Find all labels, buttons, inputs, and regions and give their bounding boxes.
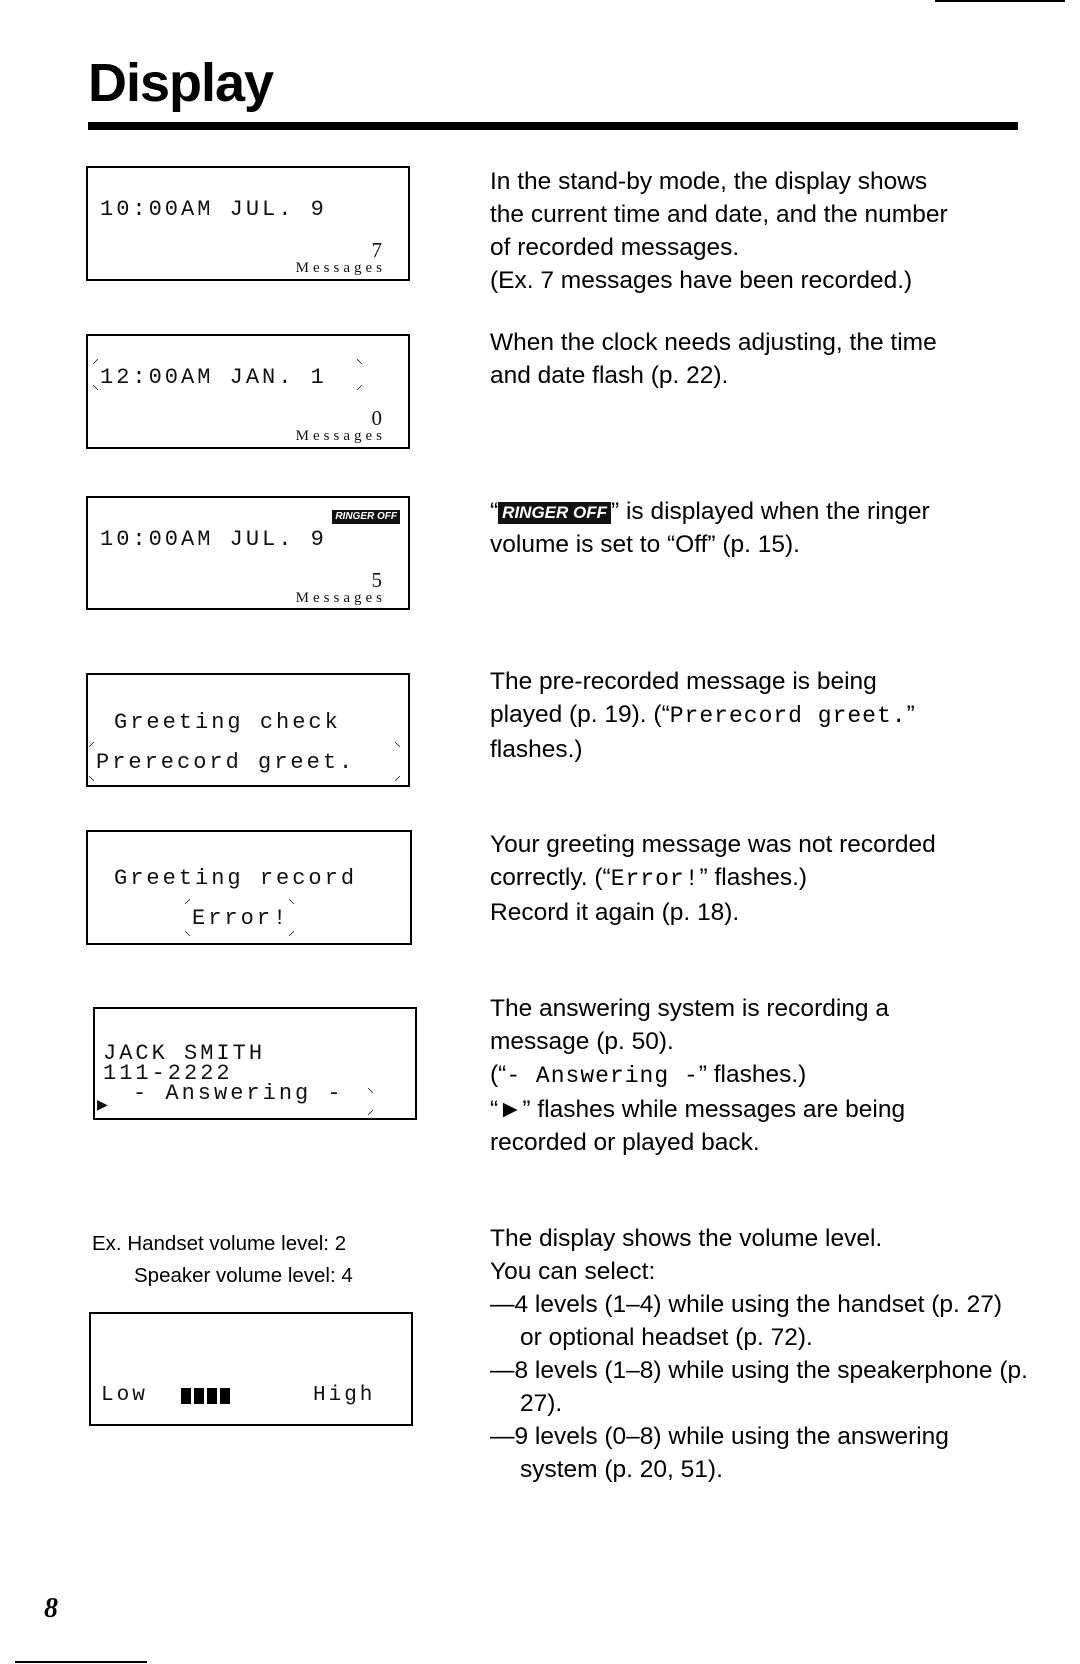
desc-greeting-error: Your greeting message was not recorded c… [490, 828, 1030, 929]
flash-icon: ⸝ [367, 1102, 374, 1118]
desc-answering: The answering system is recording a mess… [490, 992, 1030, 1159]
lcd-standby: 10:00AM JUL. 9 7 Messages [86, 166, 410, 281]
desc-text: correctly. (“ [490, 864, 611, 891]
flash-icon: ⸜ [288, 891, 295, 907]
desc-line: and date flash (p. 22). [490, 362, 729, 389]
desc-line: The answering system is recording a [490, 995, 889, 1022]
lcd-line-1: 10:00AM JUL. 9 [100, 197, 327, 222]
desc-line: volume is set to “Off” (p. 15). [490, 531, 800, 558]
ringer-off-badge: RINGER OFF [332, 510, 400, 524]
desc-line: recorded or played back. [490, 1129, 760, 1156]
desc-line: correctly. (“Error!” flashes.) [490, 861, 1030, 896]
desc-greeting-check: The pre-recorded message is being played… [490, 665, 1030, 766]
flash-icon: ⸝ [88, 734, 95, 750]
list-item: —4 levels (1–4) while using the handset … [490, 1291, 1003, 1351]
high-label: High [313, 1384, 376, 1407]
desc-text: played (p. 19). (“ [490, 701, 670, 728]
messages-label: Messages [295, 428, 386, 444]
lcd-text-sample: Prerecord greet. [669, 703, 907, 729]
desc-line: (Ex. 7 messages have been recorded.) [490, 267, 913, 294]
lcd-clock-adjust: ⸝ ⸜ 12:00AM JAN. 1 ⸜ ⸝ 0 Messages [86, 334, 410, 449]
desc-line: You can select: [490, 1258, 656, 1285]
lcd-line-2: Error! [192, 906, 290, 931]
desc-line: of recorded messages. [490, 234, 740, 261]
desc-line: played (p. 19). (“Prerecord greet.” [490, 698, 1030, 733]
desc-line: flashes.) [490, 736, 583, 763]
flash-icon: ⸜ [367, 1080, 374, 1096]
desc-text: ” [906, 701, 915, 728]
volume-bar [181, 1388, 191, 1404]
desc-line: Record it again (p. 18). [490, 899, 740, 926]
desc-text: ” flashes.) [698, 1061, 807, 1088]
lcd-line-2: Prerecord greet. [96, 750, 356, 775]
desc-line: message (p. 50). [490, 1028, 674, 1055]
lcd-line-1: 12:00AM JAN. 1 [100, 365, 327, 390]
ringer-off-badge-inline: RINGER OFF [498, 502, 612, 524]
flash-icon: ⸜ [88, 768, 95, 784]
messages-label: Messages [295, 590, 386, 606]
lcd-volume: Low High [89, 1312, 413, 1426]
messages-label: Messages [295, 260, 386, 276]
list-item: —8 levels (1–8) while using the speakerp… [490, 1357, 1028, 1417]
desc-line: “RINGER OFF” is displayed when the ringe… [490, 495, 1030, 528]
volume-caption: Ex. Handset volume level: 2 Speaker volu… [92, 1228, 353, 1292]
open-quote: “ [490, 498, 499, 525]
desc-line: Your greeting message was not recorded [490, 831, 936, 858]
title-rule [88, 122, 1018, 130]
lcd-line-3: - Answering - [133, 1081, 344, 1106]
desc-volume: The display shows the volume level. You … [490, 1222, 1030, 1486]
desc-line: In the stand-by mode, the display shows [490, 168, 928, 195]
flash-icon: ⸜ [394, 734, 401, 750]
caption-line-1: Ex. Handset volume level: 2 [92, 1232, 347, 1255]
desc-line: The pre-recorded message is being [490, 668, 877, 695]
low-label: Low [101, 1384, 148, 1407]
desc-line: (“- Answering -” flashes.) [490, 1058, 1030, 1093]
play-icon: ▶ [97, 1096, 108, 1116]
flash-icon: ⸜ [184, 923, 191, 939]
lcd-line-1: 10:00AM JUL. 9 [100, 527, 327, 552]
desc-text: ” is displayed when the ringer [611, 498, 930, 525]
desc-clock-adjust: When the clock needs adjusting, the time… [490, 326, 1030, 392]
lcd-greeting-error: Greeting record ⸝ ⸜ Error! ⸜ ⸝ [86, 830, 412, 945]
desc-line: “►” flashes while messages are being [490, 1096, 906, 1123]
volume-bar [207, 1388, 217, 1404]
lcd-line-1: Greeting check [114, 710, 341, 735]
flash-icon: ⸝ [288, 923, 295, 939]
volume-bars [181, 1388, 230, 1404]
flash-icon: ⸜ [356, 351, 363, 367]
lcd-line-1: Greeting record [114, 866, 358, 891]
desc-ringer-off: “RINGER OFF” is displayed when the ringe… [490, 495, 1030, 561]
lcd-text-sample: - Answering - [506, 1063, 699, 1089]
caption-line-2: Speaker volume level: 4 [134, 1264, 353, 1287]
lcd-answering: JACK SMITH 111-2222 ▶ - Answering - ⸜ ⸝ [93, 1007, 417, 1120]
desc-text: ” flashes.) [699, 864, 808, 891]
desc-text: (“ [490, 1061, 507, 1088]
lcd-text-sample: Error! [610, 866, 700, 892]
flash-icon: ⸜ [92, 377, 99, 393]
page-number: 8 [44, 1593, 58, 1624]
desc-line: the current time and date, and the numbe… [490, 201, 948, 228]
bottom-edge-rule [15, 1661, 147, 1663]
desc-standby: In the stand-by mode, the display shows … [490, 165, 1030, 297]
page-title: Display [88, 53, 274, 113]
flash-icon: ⸝ [184, 891, 191, 907]
top-edge-rule [935, 0, 1065, 2]
lcd-ringer-off: RINGER OFF 10:00AM JUL. 9 5 Messages [86, 496, 410, 610]
lcd-greeting-check: Greeting check ⸝ ⸜ Prerecord greet. ⸜ ⸝ [86, 673, 410, 787]
flash-icon: ⸝ [92, 351, 99, 367]
desc-line: When the clock needs adjusting, the time [490, 329, 937, 356]
flash-icon: ⸝ [356, 377, 363, 393]
volume-bar [220, 1388, 230, 1404]
list-item: —9 levels (0–8) while using the answerin… [490, 1423, 949, 1483]
volume-bar [194, 1388, 204, 1404]
desc-line: The display shows the volume level. [490, 1225, 883, 1252]
flash-icon: ⸝ [394, 768, 401, 784]
